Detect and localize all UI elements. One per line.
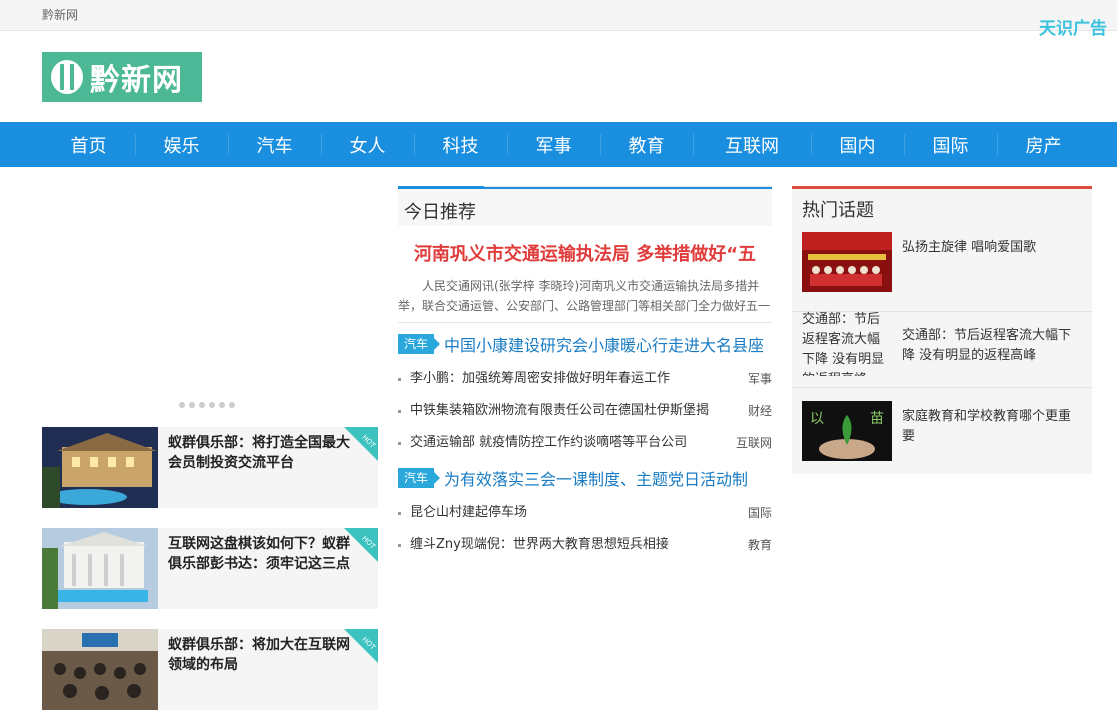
nav-item[interactable]: 互联网 — [693, 122, 811, 167]
nav-item[interactable]: 女人 — [321, 122, 414, 167]
nav-item[interactable]: 国内 — [811, 122, 904, 167]
nav-item[interactable]: 国际 — [904, 122, 997, 167]
news-item-text[interactable]: 李小鹏：加强统筹周密安排做好明年春运工作 — [410, 371, 670, 386]
recommend-heading: 今日推荐 — [404, 202, 476, 223]
hot-badge-icon: HOT — [344, 629, 378, 663]
nav-item[interactable]: 科技 — [414, 122, 507, 167]
news-item-category[interactable]: 国际 — [748, 497, 772, 529]
hot-topics-heading: 热门话题 — [802, 200, 874, 221]
news-group-header: 汽车 为有效落实三会一课制度、主题党日活动制 — [398, 467, 772, 489]
news-list-item[interactable]: 昆仑山村建起停车场 国际 — [398, 497, 772, 529]
news-item-category[interactable]: 教育 — [748, 529, 772, 561]
image-alt-text: 交通部：节后返程客流大幅下降 没有明显的返程高峰 — [802, 312, 885, 376]
feature-card[interactable]: 蚁群俱乐部：将加大在互联网领域的布局 HOT — [42, 629, 378, 710]
feature-card[interactable]: 互联网这盘棋该如何下？蚁群俱乐部彭书达：须牢记这三点 HOT — [42, 528, 378, 609]
news-item-text[interactable]: 交通运输部 就疫情防控工作约谈嘀嗒等平台公司 — [410, 435, 687, 450]
news-list-item[interactable]: 缠斗Zny现端倪：世界两大教育思想短兵相接 教育 — [398, 529, 772, 561]
news-list-item[interactable]: 交通运输部 就疫情防控工作约谈嘀嗒等平台公司 互联网 — [398, 427, 772, 459]
news-list-item[interactable]: 中铁集装箱欧洲物流有限责任公司在德国杜伊斯堡揭 财经 — [398, 395, 772, 427]
hot-topic-item[interactable]: 以 苗 家庭教育和学校教育哪个更重要 — [792, 389, 1092, 473]
nav-item[interactable]: 娱乐 — [135, 122, 228, 167]
nav-item[interactable]: 首页 — [42, 122, 135, 167]
nav-item[interactable]: 教育 — [600, 122, 693, 167]
svg-text:以: 以 — [810, 411, 824, 427]
slider-dot[interactable] — [189, 402, 195, 408]
logo-text: 黔新网 — [90, 63, 183, 98]
feature-card-title[interactable]: 蚁群俱乐部：将打造全国最大会员制投资交流平台 — [168, 433, 354, 473]
slider-dots — [179, 402, 235, 408]
news-item-category[interactable]: 军事 — [748, 363, 772, 395]
top-bar: 黔新网 — [0, 0, 1117, 31]
site-name[interactable]: 黔新网 — [42, 6, 78, 23]
feature-card-title[interactable]: 互联网这盘棋该如何下？蚁群俱乐部彭书达：须牢记这三点 — [168, 534, 354, 574]
hot-topic-title[interactable]: 家庭教育和学校教育哪个更重要 — [902, 407, 1082, 447]
nav-item[interactable]: 房产 — [997, 122, 1090, 167]
hot-topic-image[interactable] — [802, 232, 892, 292]
feature-card-title[interactable]: 蚁群俱乐部：将加大在互联网领域的布局 — [168, 635, 354, 675]
news-group: 汽车 中国小康建设研究会小康暖心行走进大名县座 李小鹏：加强统筹周密安排做好明年… — [398, 333, 772, 459]
news-list-item[interactable]: 李小鹏：加强统筹周密安排做好明年春运工作 军事 — [398, 363, 772, 395]
logo-mark-icon — [48, 58, 86, 96]
main-nav: 首页 娱乐 汽车 女人 科技 军事 教育 互联网 国内 国际 房产 — [0, 122, 1117, 167]
news-item-text[interactable]: 昆仑山村建起停车场 — [410, 505, 527, 520]
news-item-category[interactable]: 互联网 — [736, 427, 772, 459]
news-group-title[interactable]: 中国小康建设研究会小康暖心行走进大名县座 — [444, 332, 764, 356]
recommend-header: 今日推荐 — [398, 186, 772, 226]
recommend-summary: 人民交通网讯(张学梓 李晓玲)河南巩义市交通运输执法局多措并举，联合交通运管、公… — [398, 279, 771, 313]
hot-topic-item[interactable]: 弘扬主旋律 唱响爱国歌 — [792, 228, 1092, 312]
news-item-category[interactable]: 财经 — [748, 395, 772, 427]
news-item-text[interactable]: 缠斗Zny现端倪：世界两大教育思想短兵相接 — [410, 537, 669, 552]
hot-topics-panel: 热门话题 弘扬主旋律 唱响爱国歌 交通部：节后返程客流大幅下降 没有明显的返程高… — [792, 186, 1092, 474]
nav-item[interactable]: 汽车 — [228, 122, 321, 167]
feature-card[interactable]: 蚁群俱乐部：将打造全国最大会员制投资交流平台 HOT — [42, 427, 378, 508]
hot-badge-icon: HOT — [344, 528, 378, 562]
news-item-text[interactable]: 中铁集装箱欧洲物流有限责任公司在德国杜伊斯堡揭 — [410, 403, 709, 418]
recommend-section: 今日推荐 河南巩义市交通运输执法局 多举措做好“五 人民交通网讯(张学梓 李晓玲… — [398, 186, 772, 561]
hot-topic-image-broken[interactable]: 交通部：节后返程客流大幅下降 没有明显的返程高峰 — [802, 308, 892, 376]
image-slider[interactable] — [42, 186, 378, 416]
slider-dot[interactable] — [209, 402, 215, 408]
recommend-headline[interactable]: 河南巩义市交通运输执法局 多举措做好“五 — [398, 240, 772, 266]
news-group-header: 汽车 中国小康建设研究会小康暖心行走进大名县座 — [398, 333, 772, 355]
nav-item[interactable]: 军事 — [507, 122, 600, 167]
hot-topic-title[interactable]: 弘扬主旋律 唱响爱国歌 — [902, 238, 1082, 258]
hot-topics-header: 热门话题 — [792, 186, 1092, 226]
ad-label[interactable]: 天识广告 — [1039, 14, 1107, 39]
slider-dot[interactable] — [199, 402, 205, 408]
category-tag[interactable]: 汽车 — [398, 468, 441, 488]
hot-topic-image[interactable]: 以 苗 — [802, 401, 892, 461]
category-tag[interactable]: 汽车 — [398, 334, 441, 354]
slider-dot[interactable] — [179, 402, 185, 408]
hot-badge-icon: HOT — [344, 427, 378, 461]
feature-card-image[interactable] — [42, 427, 158, 508]
feature-card-image[interactable] — [42, 528, 158, 609]
hot-topic-item[interactable]: 交通部：节后返程客流大幅下降 没有明显的返程高峰 交通部：节后返程客流大幅下降 … — [792, 304, 1092, 388]
hot-topic-title[interactable]: 交通部：节后返程客流大幅下降 没有明显的返程高峰 — [902, 326, 1082, 366]
slider-dot[interactable] — [229, 402, 235, 408]
divider — [398, 322, 772, 323]
slider-dot[interactable] — [219, 402, 225, 408]
feature-card-image[interactable] — [42, 629, 158, 710]
news-group: 汽车 为有效落实三会一课制度、主题党日活动制 昆仑山村建起停车场 国际 缠斗Zn… — [398, 467, 772, 561]
svg-text:苗: 苗 — [870, 411, 884, 427]
news-group-title[interactable]: 为有效落实三会一课制度、主题党日活动制 — [444, 466, 748, 490]
site-logo[interactable]: 黔新网 — [42, 52, 202, 102]
